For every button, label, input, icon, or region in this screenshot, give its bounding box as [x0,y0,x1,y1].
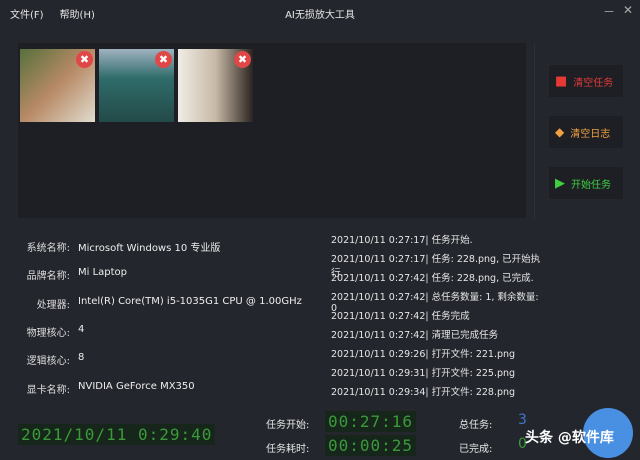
info-value: Intel(R) Core(TM) i5-1035G1 CPU @ 1.00GH… [78,296,302,307]
info-value: Mi Laptop [78,267,128,278]
watermark: 头条 @软件库 [525,430,614,446]
log-entry: 2021/10/11 0:27:42| 总任务数量: 1, 剩余数量: 0 [331,292,539,314]
start-task-button[interactable]: ▶ 开始任务 [549,167,623,199]
log-entry: 2021/10/11 0:29:34| 打开文件: 228.png [331,387,516,398]
total-tasks-value: 3 [518,412,527,428]
log-list[interactable]: 2021/10/11 0:27:17| 任务开始. 2021/10/11 0:2… [331,232,541,403]
info-label: 系统名称: [26,243,70,254]
log-entry: 2021/10/11 0:27:42| 任务完成 [331,311,470,322]
remove-icon[interactable]: ✖ [76,51,93,68]
eraser-icon: ◆ [555,125,565,139]
info-label: 物理核心: [26,328,70,339]
clear-log-button[interactable]: ◆ 清空日志 [549,116,623,148]
remove-icon[interactable]: ✖ [155,51,172,68]
info-value: Microsoft Windows 10 专业版 [78,243,221,254]
log-entry: 2021/10/11 0:27:17| 任务: 228.png, 已开始执行. [331,254,541,279]
close-button[interactable]: ✕ [623,3,633,17]
task-start-label: 任务开始: [266,420,310,431]
log-entry: 2021/10/11 0:27:42| 清理已完成任务 [331,330,499,341]
task-start-value: 00:27:16 [325,411,417,432]
info-label: 品牌名称: [26,271,70,282]
current-clock: 2021/10/11 0:29:40 [18,424,216,445]
image-thumbnail[interactable]: ✖ [99,49,174,122]
elapsed-value: 00:00:25 [325,435,417,456]
trash-icon: ■ [555,73,568,89]
info-label: 显卡名称: [26,385,70,396]
info-value: NVIDIA GeForce MX350 [78,381,195,392]
total-tasks-label: 总任务: [459,420,493,431]
remove-icon[interactable]: ✖ [234,51,251,68]
info-value: 8 [78,352,85,363]
info-label: 处理器: [36,300,70,311]
info-label: 逻辑核心: [26,356,70,367]
completed-label: 已完成: [459,444,493,455]
clear-tasks-button[interactable]: ■ 清空任务 [549,65,623,97]
minimize-button[interactable]: － [603,3,615,20]
action-sidebar: ■ 清空任务 ◆ 清空日志 ▶ 开始任务 [534,43,634,218]
log-entry: 2021/10/11 0:29:31| 打开文件: 225.png [331,368,516,379]
image-task-panel[interactable]: ✖ ✖ ✖ [18,43,526,218]
image-thumbnail[interactable]: ✖ [20,49,95,122]
window-title: AI无损放大工具 [285,10,355,21]
elapsed-label: 任务耗时: [266,444,310,455]
play-icon: ▶ [555,175,565,191]
info-value: 4 [78,324,85,335]
log-entry: 2021/10/11 0:27:17| 任务开始. [331,235,473,246]
log-entry: 2021/10/11 0:29:26| 打开文件: 221.png [331,349,516,360]
image-thumbnail[interactable]: ✖ [178,49,253,122]
log-entry: 2021/10/11 0:27:42| 任务: 228.png, 已完成. [331,273,534,284]
